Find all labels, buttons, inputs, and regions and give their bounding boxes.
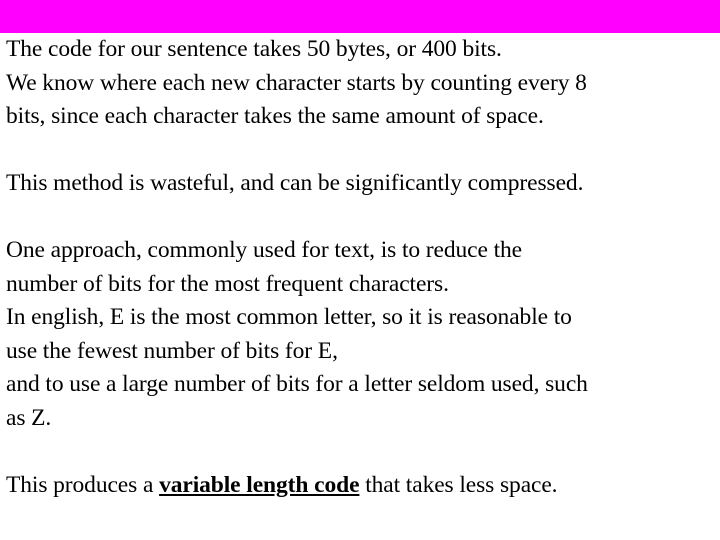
top-magenta-band bbox=[0, 0, 720, 33]
paragraph-2: This method is wasteful, and can be sign… bbox=[0, 167, 720, 201]
paragraph-3-line-1: One approach, commonly used for text, is… bbox=[6, 237, 523, 263]
paragraph-3-line-3: In english, E is the most common letter,… bbox=[6, 304, 572, 330]
paragraph-3: One approach, commonly used for text, is… bbox=[0, 234, 720, 435]
final-text-before: This produces a bbox=[6, 471, 160, 498]
paragraph-1-line-1: The code for our sentence takes 50 bytes… bbox=[6, 36, 502, 62]
paragraph-4-line-1: This produces a variable length code tha… bbox=[6, 469, 714, 503]
paragraph-3-line-4: use the fewest number of bits for E, bbox=[6, 337, 338, 364]
final-text-after: that takes less space. bbox=[359, 471, 558, 498]
slide-body: The code for our sentence takes 50 bytes… bbox=[0, 33, 720, 502]
paragraph-1: The code for our sentence takes 50 bytes… bbox=[0, 33, 720, 134]
variable-length-code-emphasis: variable length code bbox=[159, 471, 360, 498]
paragraph-3-line-2: number of bits for the most frequent cha… bbox=[6, 270, 449, 297]
paragraph-3-line-5: and to use a large number of bits for a … bbox=[6, 371, 588, 397]
paragraph-3-line-6: as Z. bbox=[6, 404, 52, 431]
paragraph-1-line-2: We know where each new character starts … bbox=[6, 69, 587, 96]
slide: The code for our sentence takes 50 bytes… bbox=[0, 0, 720, 540]
paragraph-1-line-3: bits, since each character takes the sam… bbox=[6, 103, 544, 129]
paragraph-4: This produces a variable length code tha… bbox=[0, 469, 720, 503]
paragraph-2-line-1: This method is wasteful, and can be sign… bbox=[6, 170, 584, 196]
